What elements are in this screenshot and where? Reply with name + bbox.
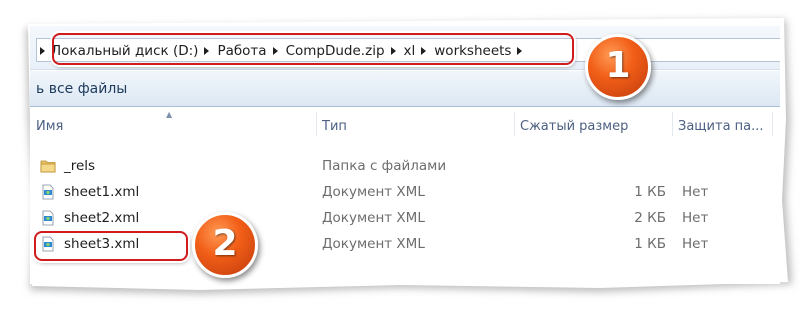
step-badge-2: 2 [192,212,258,278]
file-type: Документ XML [322,236,425,252]
file-type: Документ XML [322,184,425,200]
file-size: 1 КБ [634,236,666,252]
file-type: Папка с файлами [322,158,447,174]
file-name[interactable]: _rels [64,153,95,179]
file-name[interactable]: sheet2.xml [64,205,139,231]
file-protected: Нет [682,210,709,226]
toolbar: ь все файлы [30,71,780,107]
file-protected: Нет [682,184,709,200]
folder-icon [40,160,56,173]
column-header-type[interactable]: Тип [316,108,514,140]
file-row[interactable]: sheet2.xml Документ XML 2 КБ Нет [30,205,780,231]
address-bar-highlight [52,33,574,65]
file-row[interactable]: _rels Папка с файлами [30,153,780,179]
file-size [520,153,666,179]
column-header-compressed-size[interactable]: Сжатый размер [514,108,672,140]
column-headers: ▲ Имя Тип Сжатый размер Защита па... [30,108,780,140]
step-badge-1: 1 [585,34,651,100]
file-size: 1 КБ [634,184,666,200]
column-header-protection[interactable]: Защита па... [672,108,772,140]
xml-file-icon [42,184,54,200]
sheet3-highlight [34,231,188,261]
chevron-right-icon[interactable] [40,47,45,55]
file-row[interactable]: sheet1.xml Документ XML 1 КБ Нет [30,179,780,205]
column-header-name[interactable]: Имя [30,108,316,140]
xml-file-icon [42,210,54,226]
file-protected: Нет [682,236,709,252]
file-size: 2 КБ [634,210,666,226]
file-name[interactable]: sheet1.xml [64,179,139,205]
column-divider[interactable] [772,112,773,136]
file-type: Документ XML [322,210,425,226]
extract-all-button[interactable]: ь все файлы [36,81,127,97]
